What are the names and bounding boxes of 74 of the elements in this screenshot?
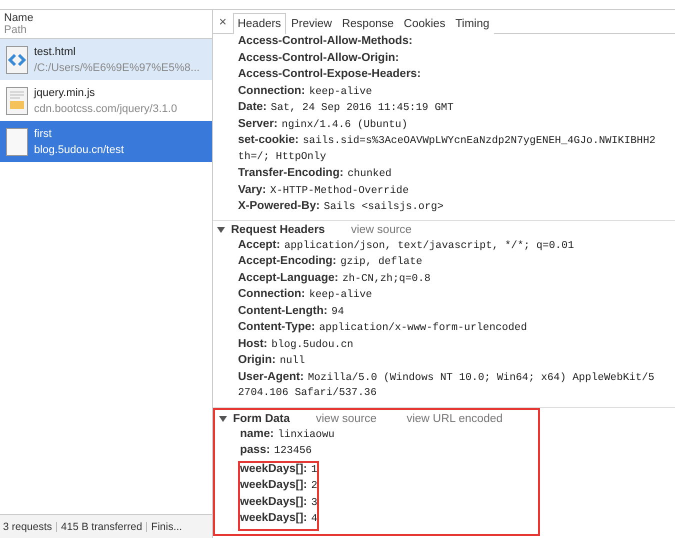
view-link[interactable]: view URL encoded xyxy=(406,413,503,425)
header-value: blog.5udou.cn xyxy=(271,338,354,350)
header-value: keep-alive xyxy=(309,289,372,301)
request-row[interactable]: first blog.5udou.cn/test xyxy=(0,121,212,162)
request-row[interactable]: test.html /C:/Users/%E6%9E%97%E5%8... xyxy=(0,39,212,80)
close-button[interactable]: × xyxy=(217,14,233,33)
header-name: Date: xyxy=(238,101,267,113)
header-value: 4 xyxy=(311,513,318,525)
header-name: X-Powered-By: xyxy=(238,200,320,212)
header-value: chunked xyxy=(347,168,392,180)
header-name: name: xyxy=(240,428,274,440)
column-header[interactable]: Path xyxy=(4,24,208,36)
header-name: Transfer-Encoding: xyxy=(238,167,344,179)
header-name: Connection: xyxy=(238,84,306,96)
request-name: test.html xyxy=(34,44,77,60)
header-value: nginx/1.4.6 (Ubuntu) xyxy=(282,118,408,130)
header-value: 2 xyxy=(311,480,318,492)
js-file-icon xyxy=(6,86,28,114)
view-link[interactable]: view source xyxy=(350,224,412,236)
header-name: weekDays[]: xyxy=(240,512,308,524)
status-text: 415 B transferred xyxy=(61,520,142,532)
header-value: 2704.106 Safari/537.36 xyxy=(238,387,377,399)
header-name: set-cookie: xyxy=(238,134,299,146)
section-title: Form Data xyxy=(233,413,290,425)
header-name: weekDays[]: xyxy=(240,496,308,508)
header-value: 123456 xyxy=(274,445,312,457)
header-value: 3 xyxy=(311,496,318,508)
header-value: zh-CN,zh;q=0.8 xyxy=(342,272,431,284)
status-text: 3 requests xyxy=(3,520,52,532)
header-name: Accept-Encoding: xyxy=(238,255,336,267)
header-value: 1 xyxy=(311,464,318,476)
header-value: keep-alive xyxy=(309,86,372,98)
header-name: Access-Control-Allow-Origin: xyxy=(238,52,400,64)
request-path: blog.5udou.cn/test xyxy=(34,142,124,158)
header-value: X-HTTP-Method-Override xyxy=(270,184,409,196)
header-name: Accept: xyxy=(238,238,280,250)
header-name: Access-Control-Expose-Headers: xyxy=(238,68,421,80)
header-value: application/x-www-form-urlencoded xyxy=(319,322,528,334)
header-value: gzip, deflate xyxy=(340,256,422,268)
view-link[interactable]: view source xyxy=(316,413,377,425)
header-name: Server: xyxy=(238,118,278,130)
header-value: th=/; HttpOnly xyxy=(238,150,326,162)
header-value: null xyxy=(280,355,305,367)
header-name: pass: xyxy=(240,444,270,456)
collapse-triangle-icon[interactable] xyxy=(219,415,227,423)
header-name: Connection: xyxy=(238,288,306,300)
request-name: first xyxy=(34,126,53,142)
header-name: Content-Type: xyxy=(238,321,316,333)
header-value: Sat, 24 Sep 2016 11:45:19 GMT xyxy=(270,102,454,114)
header-name: Host: xyxy=(238,338,268,350)
header-value: Sails <sailsjs.org> xyxy=(324,201,444,213)
header-value: application/json, text/javascript, */*; q=0.01 xyxy=(284,240,574,252)
header-name: Accept-Language: xyxy=(238,272,338,284)
header-name: Vary: xyxy=(238,184,266,196)
header-name: weekDays[]: xyxy=(240,479,308,491)
tab[interactable]: Headers xyxy=(232,13,286,34)
column-header[interactable]: Name xyxy=(4,12,208,24)
header-name: User-Agent: xyxy=(238,370,304,382)
request-name: jquery.min.js xyxy=(34,86,96,100)
request-path: cdn.bootcss.com/jquery/3.1.0 xyxy=(34,102,178,116)
header-name: Access-Control-Allow-Methods: xyxy=(238,35,412,47)
header-value: 94 xyxy=(331,306,344,318)
status-text: Finis... xyxy=(151,520,182,532)
request-path: /C:/Users/%E6%9E%97%E5%8... xyxy=(34,60,200,76)
header-value: linxiaowu xyxy=(278,428,335,440)
html-file-icon xyxy=(6,46,28,74)
collapse-triangle-icon[interactable] xyxy=(217,226,225,234)
header-name: Content-Length: xyxy=(238,304,328,316)
header-value: sails.sid=s%3AceOAVWpLWYcnEaNzdp2N7ygENEH_4GJo.NWIKIBHH2 xyxy=(302,135,656,147)
blank-file-icon xyxy=(6,128,28,156)
header-name: Origin: xyxy=(238,354,276,366)
section-title: Request Headers xyxy=(231,224,325,236)
header-value: Mozilla/5.0 (Windows NT 10.0; Win64; x64) AppleWebKit/5 xyxy=(308,372,654,384)
header-name: weekDays[]: xyxy=(240,462,308,474)
